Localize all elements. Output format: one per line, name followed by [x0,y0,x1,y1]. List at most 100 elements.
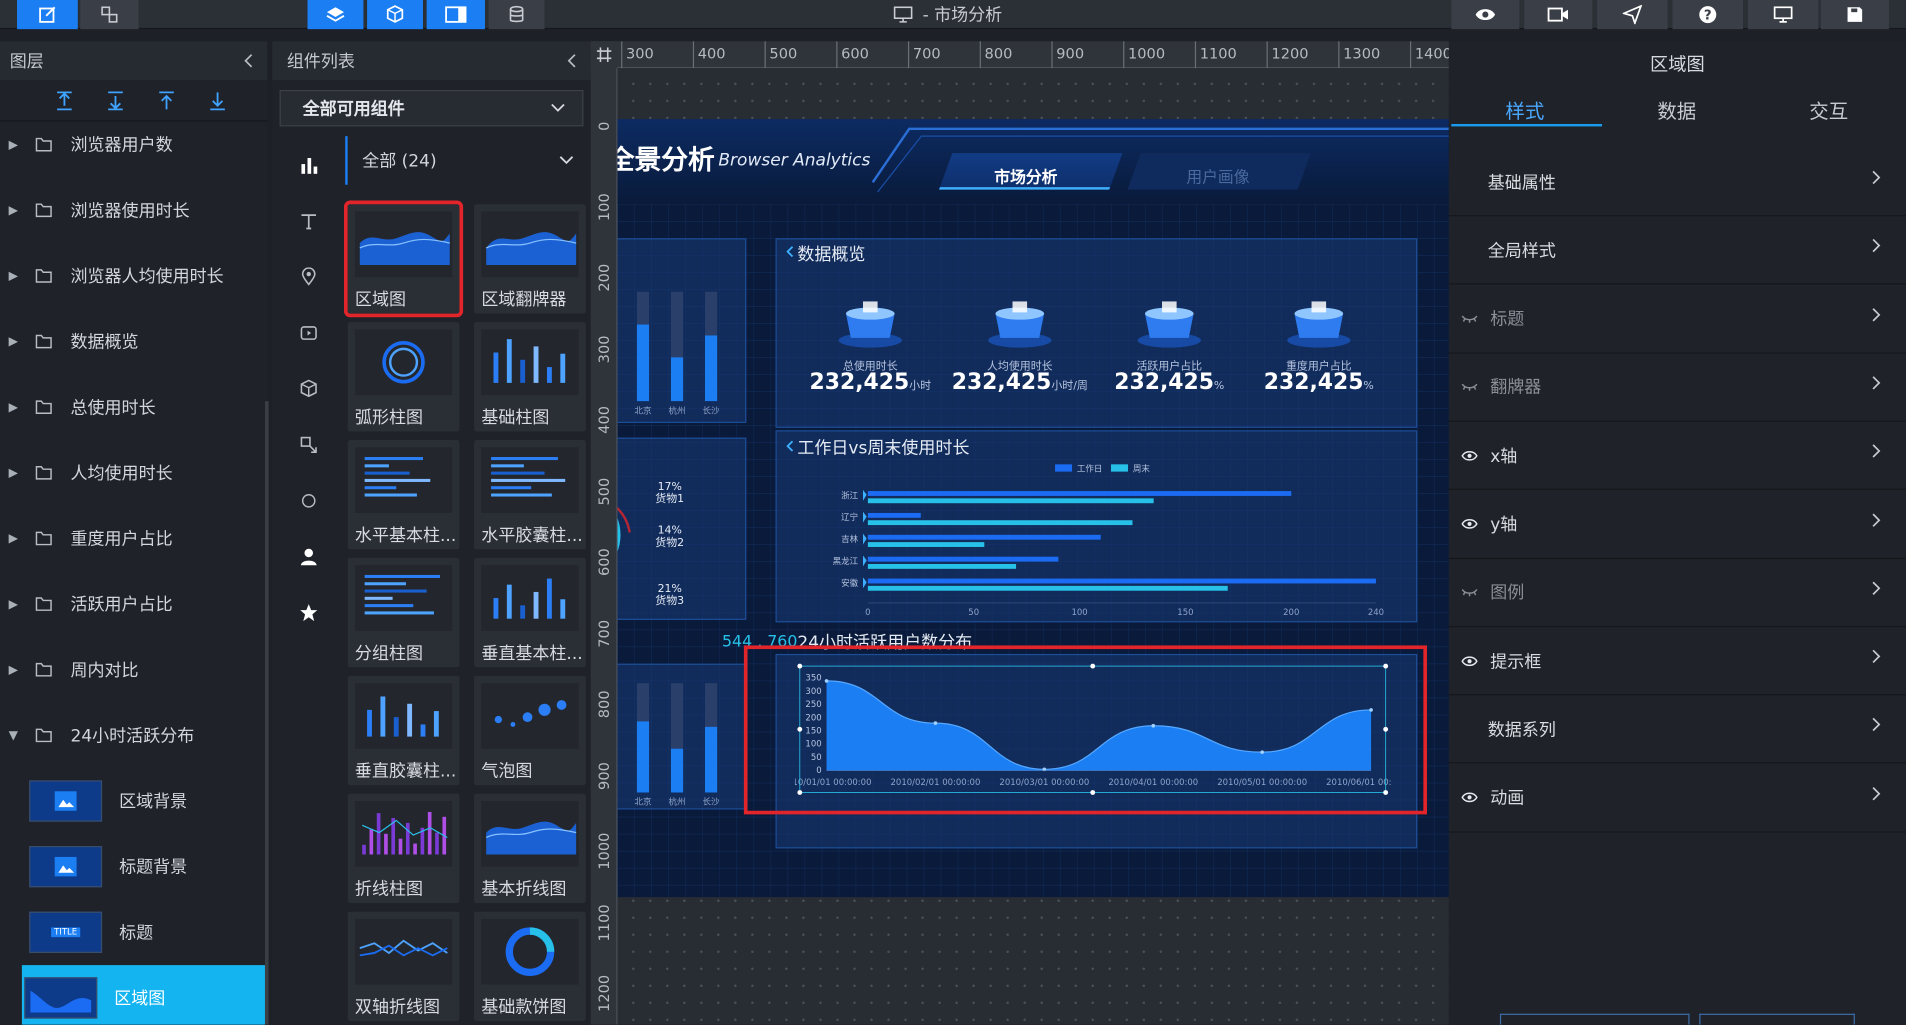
layer-group-item[interactable]: ▶ 数据概览 [0,309,265,375]
caret-right-icon[interactable]: ▶ [0,532,27,545]
layers-toggle-button[interactable] [307,0,364,30]
publish-button[interactable] [1597,0,1668,30]
components-toggle-button[interactable] [367,0,423,30]
layer-group-item[interactable]: ▶ 重度用户占比 [0,506,265,572]
property-row[interactable]: y轴 [1448,490,1906,559]
ruler-corner[interactable] [590,41,618,69]
layer-group-item[interactable]: ▼ 24小时活跃分布 [0,703,265,769]
properties-tab[interactable]: 交互 [1753,95,1905,124]
caret-right-icon[interactable]: ▶ [0,597,27,610]
caret-right-icon[interactable]: ▶ [0,204,27,217]
properties-tab[interactable]: 样式 [1449,95,1601,124]
eye-icon[interactable] [1461,518,1478,530]
caret-right-icon[interactable]: ▶ [0,269,27,282]
layer-group-item[interactable]: ▶ 浏览器人均使用时长 [0,243,265,309]
collapse-icon[interactable] [566,53,576,68]
preview-button[interactable] [1451,0,1520,30]
visibility-toggle[interactable] [1451,449,1487,461]
caret-right-icon[interactable]: ▶ [0,335,27,348]
property-row[interactable]: 全局样式 [1448,217,1906,285]
eye-icon[interactable] [1461,449,1478,461]
property-row[interactable]: x轴 [1448,422,1906,491]
component-filter-select[interactable]: 全部可用组件 [279,89,584,127]
edit-button[interactable] [17,0,78,30]
caret-right-icon[interactable]: ▶ [0,466,27,479]
component-card[interactable]: 气泡图 [474,675,586,786]
caret-right-icon[interactable]: ▶ [0,401,27,414]
eye-closed-icon[interactable] [1461,381,1478,393]
category-map[interactable] [292,260,326,294]
component-card[interactable]: 区域翻牌器 [474,204,586,314]
move-top-button[interactable] [141,87,192,114]
property-row[interactable]: 提示框 [1448,627,1906,696]
category-favorite[interactable] [292,596,326,630]
component-card[interactable]: 基础款饼图 [474,911,586,1022]
visibility-toggle[interactable] [1451,518,1487,530]
property-row[interactable]: 动画 [1448,764,1906,833]
bar[interactable] [867,542,985,547]
layer-child-item[interactable]: 标题背景 [27,834,265,900]
collapse-icon[interactable] [243,53,253,68]
visibility-toggle[interactable] [1451,792,1487,804]
component-card[interactable]: 折线柱图 [347,793,460,904]
component-card[interactable]: 垂直基本柱... [474,557,586,668]
component-card[interactable]: 分组柱图 [347,557,460,668]
layer-group-item[interactable]: ▶ 周内对比 [0,637,265,703]
property-row[interactable]: 标题 [1448,285,1906,354]
layer-group-item[interactable]: ▶ 人均使用时长 [0,440,265,506]
bar[interactable] [867,578,1376,584]
move-up-button[interactable] [39,87,90,114]
category-select[interactable]: 全部 (24) [345,136,583,185]
bar[interactable] [867,534,1101,540]
component-card[interactable]: 基础柱图 [474,322,586,432]
footer-button-left[interactable] [1499,1013,1690,1025]
eye-icon[interactable] [1461,792,1478,804]
screen-settings-button[interactable] [1747,0,1819,30]
component-card[interactable]: 水平基本柱... [347,440,460,550]
caret-right-icon[interactable]: ▶ [0,663,27,676]
category-other[interactable] [292,484,326,518]
category-chart[interactable] [292,148,326,182]
eye-closed-icon[interactable] [1461,312,1478,324]
category-text[interactable] [292,204,326,238]
component-card[interactable]: 基本折线图 [474,793,586,904]
property-row[interactable]: 数据系列 [1448,696,1906,764]
template-button[interactable] [80,0,139,30]
category-user[interactable] [292,540,326,574]
component-card[interactable]: 垂直胶囊柱... [347,675,460,786]
property-row[interactable]: 基础属性 [1448,148,1906,217]
snapshot-button[interactable] [1524,0,1593,30]
eye-icon[interactable] [1461,655,1478,667]
layer-child-item[interactable]: 区域背景 [27,768,265,834]
component-card[interactable]: 水平胶囊柱... [474,440,586,550]
save-button[interactable] [1820,0,1889,30]
layer-group-item[interactable]: ▶ 浏览器使用时长 [0,177,265,243]
visibility-toggle[interactable] [1451,586,1487,598]
category-3d[interactable] [292,372,326,406]
layers-scrollbar[interactable] [264,401,269,1025]
component-card[interactable]: 区域图 [343,200,464,318]
component-card[interactable]: 弧形柱图 [347,322,460,432]
component-card[interactable]: 双轴折线图 [347,911,460,1022]
layer-child-item[interactable]: TITLE 标题 [27,899,265,965]
bar[interactable] [867,556,1059,562]
visibility-toggle[interactable] [1451,381,1487,393]
properties-tab[interactable]: 数据 [1601,95,1753,124]
bar[interactable] [867,520,1133,526]
eye-closed-icon[interactable] [1461,586,1478,598]
properties-toggle-button[interactable] [426,0,485,30]
bar[interactable] [867,512,921,518]
move-bottom-button[interactable] [192,87,243,114]
workday-bar-chart[interactable]: 工作日 周末浙江辽宁吉林黑龙江安徽 0 50 100 150 200 240 [775,455,1417,623]
bar[interactable] [867,585,1228,591]
layer-group-item[interactable]: ▶ 浏览器用户数 [0,112,265,178]
property-row[interactable]: 翻牌器 [1448,354,1906,422]
layer-group-item[interactable]: ▶ 活跃用户占比 [0,571,265,637]
category-media[interactable] [292,316,326,350]
move-down-button[interactable] [90,87,141,114]
property-row[interactable]: 图例 [1448,559,1906,627]
datasource-button[interactable] [488,0,545,30]
layer-child-item[interactable]: 区域图 [21,965,265,1025]
bar[interactable] [867,498,1154,504]
visibility-toggle[interactable] [1451,312,1487,324]
